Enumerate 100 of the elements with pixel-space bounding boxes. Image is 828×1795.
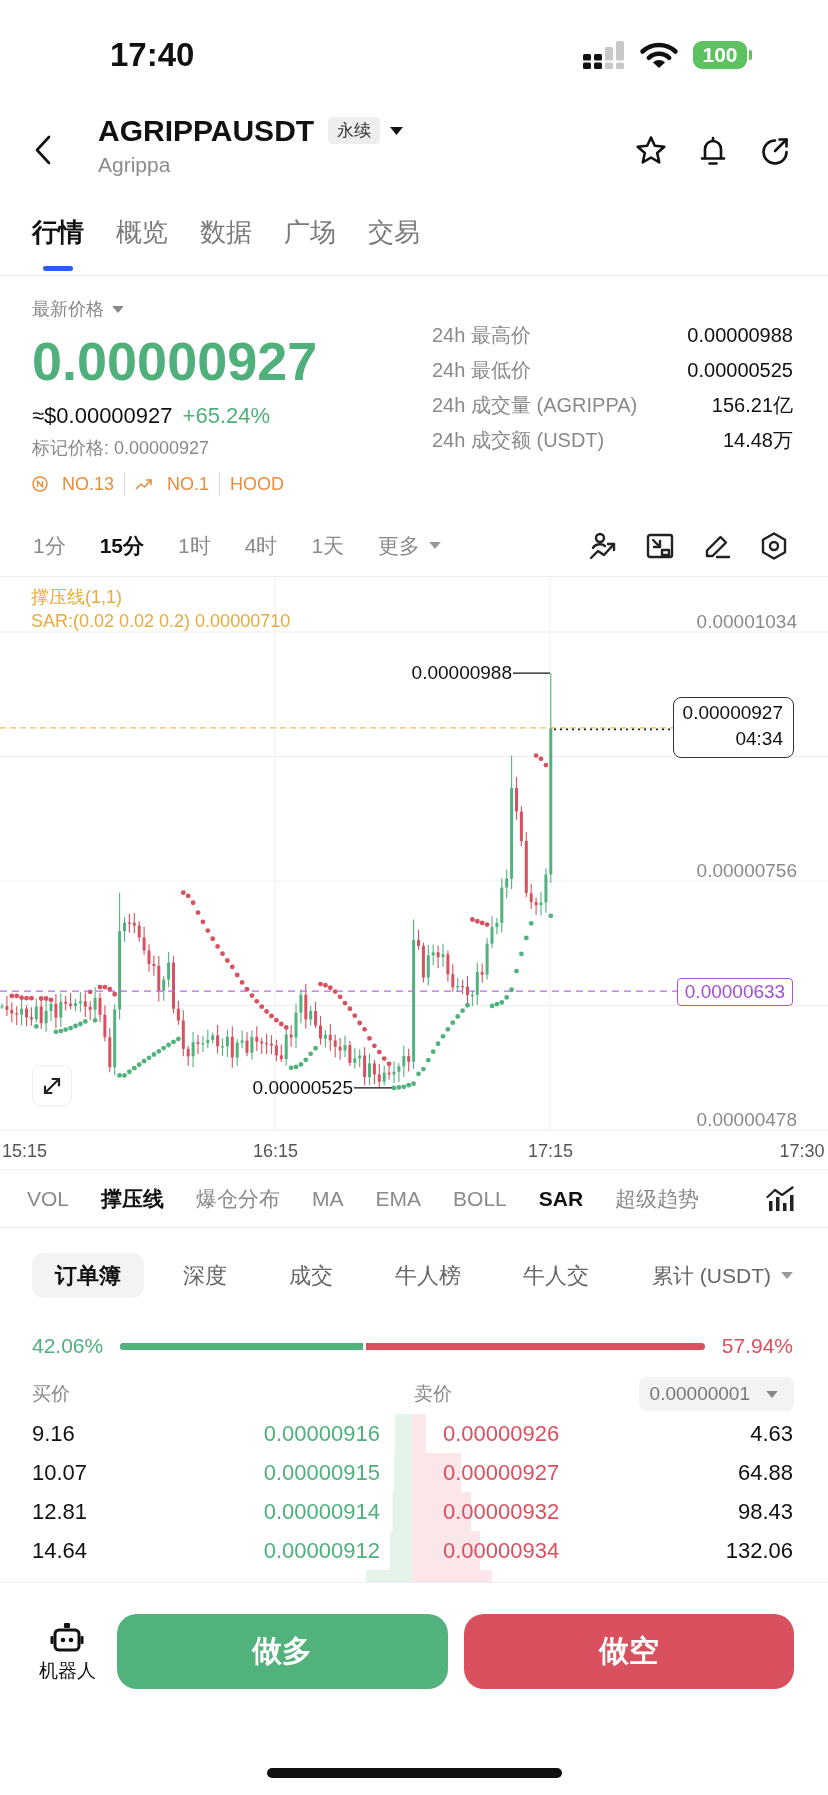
cumulative-unit-dropdown[interactable]: 累计 (USDT) — [652, 1262, 793, 1289]
back-icon[interactable] — [34, 135, 52, 165]
bid-price[interactable]: 0.00000915 — [263, 1459, 380, 1486]
bid-price-header: 买价 — [32, 1383, 70, 1404]
ranking-tag[interactable]: NO.1 — [167, 472, 210, 496]
timeframe-tab[interactable]: 1时 — [178, 532, 211, 559]
ask-price[interactable]: 0.00000926 — [443, 1420, 560, 1447]
high-price-label: 0.00000988 — [411, 662, 512, 685]
indicator-tab[interactable]: MA — [312, 1185, 344, 1212]
stat-value: 14.48万 — [722, 428, 793, 453]
ranking-tag[interactable]: HOOD — [230, 472, 285, 496]
tab[interactable]: 广场 — [284, 195, 336, 275]
star-icon[interactable] — [635, 135, 667, 167]
ask-total: 98.43 — [737, 1498, 793, 1525]
indicator-tab[interactable]: 撑压线 — [101, 1185, 165, 1212]
tab[interactable]: 概览 — [116, 195, 168, 275]
ask-total: 132.06 — [725, 1537, 793, 1564]
mark-price: 标记价格: 0.00000927 — [32, 437, 210, 460]
usd-price: ≈$0.00000927 — [32, 402, 173, 430]
settings-icon[interactable] — [759, 530, 789, 561]
bid-total: 10.07 — [32, 1459, 88, 1486]
ask-price[interactable]: 0.00000932 — [443, 1498, 560, 1525]
short-button[interactable]: 做空 — [463, 1614, 794, 1689]
y-axis-label: 0.00000478 — [696, 1109, 797, 1131]
caret-icon[interactable] — [390, 126, 404, 135]
ask-price-header: 卖价 — [414, 1382, 452, 1406]
bid-total: 14.64 — [32, 1537, 88, 1564]
low-price-leader-line — [353, 1087, 393, 1089]
timeframe-tab[interactable]: 4时 — [244, 532, 278, 559]
ask-price[interactable]: 0.00000927 — [443, 1459, 560, 1486]
precision-dropdown[interactable]: 0.00000001 — [638, 1377, 794, 1411]
last-price-value: 0.00000927 — [682, 701, 783, 725]
fullscreen-button[interactable] — [32, 1065, 72, 1106]
timeframe-tab[interactable]: 更多 — [378, 532, 442, 559]
stat-label: 24h 成交量 (AGRIPPA) — [432, 393, 638, 418]
tab[interactable]: 行情 — [32, 195, 84, 275]
x-axis-label: 16:15 — [253, 1140, 298, 1162]
ranking-tag[interactable]: NO.13 — [62, 472, 115, 496]
price-level-tag: 0.00000633 — [677, 978, 793, 1006]
indicator-tab[interactable]: 超级趋势 — [615, 1185, 700, 1212]
price-type-dropdown[interactable]: 最新价格 — [32, 298, 124, 320]
order-book-tab[interactable]: 订单簿 — [32, 1253, 144, 1298]
stat-value: 156.21亿 — [711, 393, 793, 418]
order-book-tab[interactable]: 成交 — [266, 1253, 356, 1298]
sell-ratio: 57.94% — [721, 1333, 793, 1359]
robot-icon — [50, 1621, 84, 1653]
bid-total: 9.16 — [32, 1420, 75, 1447]
ask-price[interactable]: 0.00000934 — [443, 1537, 560, 1564]
new-badge-icon — [32, 476, 48, 492]
high-price-leader-line — [512, 672, 551, 674]
stat-label: 24h 成交额 (USDT) — [432, 428, 605, 453]
last-price: 0.00000927 — [32, 331, 318, 391]
indicator-tab[interactable]: VOL — [27, 1185, 70, 1212]
robot-button[interactable]: 机器人 — [36, 1621, 98, 1682]
order-book-tab[interactable]: 牛人榜 — [372, 1253, 484, 1298]
bid-depth-bar — [395, 1414, 412, 1453]
battery-indicator: 100 — [693, 41, 752, 69]
bid-total: 12.81 — [32, 1498, 88, 1525]
buy-ratio: 42.06% — [32, 1333, 104, 1359]
bid-price[interactable]: 0.00000916 — [263, 1420, 380, 1447]
trend-up-icon — [135, 478, 154, 490]
status-time: 17:40 — [110, 35, 195, 75]
candle-countdown: 04:34 — [735, 727, 783, 751]
bid-price[interactable]: 0.00000914 — [263, 1498, 380, 1525]
price-change: +65.24% — [182, 402, 270, 430]
timeframe-tab[interactable]: 15分 — [99, 532, 145, 559]
x-axis-label: 15:15 — [2, 1140, 47, 1162]
indicator-tab[interactable]: BOLL — [453, 1185, 507, 1212]
y-axis-label: 0.00000756 — [696, 860, 797, 882]
symbol-title: AGRIPPAUSDT — [98, 112, 315, 149]
tab[interactable]: 数据 — [200, 195, 252, 275]
contract-type-badge: 永续 — [328, 117, 381, 144]
chart-legend-text: 撑压线(1,1) — [31, 586, 122, 609]
person-trend-icon[interactable] — [588, 530, 618, 561]
ask-total: 64.88 — [737, 1459, 793, 1486]
indicator-tab[interactable]: EMA — [375, 1185, 422, 1212]
order-book-tab[interactable]: 牛人交 — [500, 1253, 612, 1298]
stat-value: 0.00000525 — [687, 359, 793, 382]
low-price-label: 0.00000525 — [252, 1076, 353, 1099]
share-icon[interactable] — [759, 135, 791, 167]
stat-label: 24h 最低价 — [432, 358, 531, 383]
asset-name: Agrippa — [98, 151, 172, 178]
indicator-tab[interactable]: SAR — [538, 1185, 584, 1212]
caret-icon — [781, 1272, 793, 1279]
bar-chart-icon[interactable] — [766, 1185, 794, 1212]
chart-legend-text: SAR:(0.02 0.02 0.2) 0.00000710 — [31, 610, 291, 633]
timeframe-tab[interactable]: 1分 — [33, 532, 66, 559]
signal-icon — [583, 41, 625, 69]
stat-value: 0.00000988 — [687, 324, 793, 347]
long-button[interactable]: 做多 — [117, 1614, 448, 1689]
timeframe-tab[interactable]: 1天 — [311, 532, 345, 559]
order-book-tab[interactable]: 深度 — [160, 1253, 250, 1298]
indicator-tab[interactable]: 爆仓分布 — [196, 1185, 281, 1212]
tab[interactable]: 交易 — [368, 195, 420, 275]
x-axis-label: 17:30 — [779, 1140, 825, 1162]
caret-icon — [766, 1390, 778, 1398]
bid-price[interactable]: 0.00000912 — [263, 1537, 380, 1564]
y-axis-label: 0.00001034 — [696, 611, 797, 633]
x-axis-label: 17:15 — [528, 1140, 573, 1162]
ask-total: 4.63 — [750, 1420, 793, 1447]
